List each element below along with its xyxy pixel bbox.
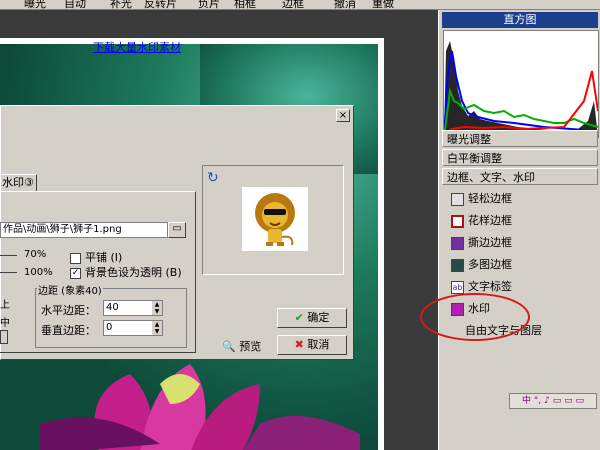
torn-border-icon: [451, 236, 464, 250]
tool-label: 撕边边框: [468, 236, 512, 249]
margin-group-title: 边距 (象素40): [37, 282, 103, 297]
toolbar-item-frame[interactable]: 相框: [234, 0, 256, 9]
watermark-preview-image: [242, 187, 308, 251]
histogram-chart: [443, 30, 599, 138]
refresh-icon[interactable]: ↻: [207, 170, 219, 186]
size-slider[interactable]: [0, 272, 17, 273]
toolbar-item-auto[interactable]: 自动: [64, 0, 86, 9]
file-path-field[interactable]: 作品\动画\狮子\狮子1.png: [0, 222, 168, 238]
folder-icon: ▭: [172, 223, 182, 234]
preview-label: 预览: [239, 340, 262, 353]
h-margin-value: 40: [106, 302, 119, 313]
download-watermark-link[interactable]: 下载大量水印素材: [93, 39, 181, 55]
pattern-border-icon: [451, 214, 464, 228]
margin-groupbox: [35, 288, 187, 348]
tile-label: 平铺 (I): [85, 251, 123, 264]
section-white-balance[interactable]: 白平衡调整: [442, 149, 598, 166]
lion-icon: [255, 193, 295, 246]
toolbar-item-negative[interactable]: 负片: [198, 0, 220, 9]
transparent-bg-checkbox[interactable]: ✓ 背景色设为透明 (B): [70, 264, 182, 280]
tool-label: 文字标签: [468, 280, 512, 293]
dialog-titlebar: [1, 106, 353, 126]
ok-button[interactable]: ✔ 确定: [277, 308, 347, 328]
text-label-icon: ab: [451, 280, 464, 294]
section-border-text-watermark[interactable]: 边框、文字、水印: [442, 168, 598, 185]
transparent-checkbox-box[interactable]: ✓: [70, 267, 81, 279]
right-panel: 直方图 曝光调整 白平衡调整 边框、文字、水印 轻松边框 花样边框 撕边边框 多…: [438, 10, 600, 450]
lotus-flower-image: [40, 364, 360, 450]
tool-label: 多图边框: [468, 258, 512, 271]
mini-toolbar[interactable]: 中 °, ♪ ▭ ▭ ▭: [509, 393, 597, 409]
tab-watermark[interactable]: 水印③: [0, 174, 37, 192]
opacity-slider[interactable]: [0, 255, 17, 256]
toolbar-item-undo[interactable]: 撤消: [334, 0, 356, 9]
toolbar-item-exposure[interactable]: 曝光: [24, 0, 46, 9]
toolbar-item-border[interactable]: 边框: [282, 0, 304, 9]
tool-multi-image-border[interactable]: 多图边框: [451, 256, 512, 274]
size-value: 100%: [24, 267, 53, 278]
tool-pattern-border[interactable]: 花样边框: [451, 212, 512, 230]
check-icon: ✔: [294, 311, 304, 324]
cancel-label: 取消: [307, 338, 330, 351]
tool-label: 轻松边框: [468, 192, 512, 205]
preview-button[interactable]: 🔍 预览: [222, 338, 261, 354]
x-icon: ✖: [294, 338, 304, 351]
position-bottom-button[interactable]: [0, 330, 8, 344]
multi-image-border-icon: [451, 258, 464, 272]
spin-arrows-icon[interactable]: ▲ ▼: [152, 321, 162, 335]
v-margin-value: 0: [106, 322, 113, 333]
easy-border-icon: [451, 192, 464, 206]
v-margin-label: 垂直边距：: [41, 324, 96, 337]
histogram-title: 直方图: [442, 12, 598, 28]
tool-torn-border[interactable]: 撕边边框: [451, 234, 512, 252]
section-exposure[interactable]: 曝光调整: [442, 130, 598, 147]
annotation-circle: [420, 293, 530, 341]
tool-easy-border[interactable]: 轻松边框: [451, 190, 512, 208]
toolbar-item-redo[interactable]: 重做: [372, 0, 394, 9]
ok-label: 确定: [307, 311, 330, 324]
browse-folder-button[interactable]: ▭: [168, 222, 186, 238]
spin-arrows-icon[interactable]: ▲ ▼: [152, 301, 162, 315]
position-top-label[interactable]: 上: [0, 296, 10, 311]
tile-checkbox[interactable]: 平铺 (I): [70, 249, 122, 265]
v-margin-input[interactable]: 0 ▲ ▼: [103, 320, 163, 336]
tile-checkbox-box[interactable]: [70, 252, 81, 264]
toolbar-item-reversal[interactable]: 反转片: [144, 0, 177, 9]
h-margin-label: 水平边距：: [41, 304, 96, 317]
magnifier-icon: 🔍: [222, 340, 236, 353]
toolbar-item-fill-light[interactable]: 补光: [110, 0, 132, 9]
opacity-value: 70%: [24, 249, 47, 260]
position-middle-label[interactable]: 中: [0, 314, 10, 329]
h-margin-input[interactable]: 40 ▲ ▼: [103, 300, 163, 316]
cancel-button[interactable]: ✖ 取消: [277, 335, 347, 355]
tool-label: 花样边框: [468, 214, 512, 227]
top-toolbar: 曝光 自动 补光 反转片 负片 相框 边框 撤消 重做: [0, 0, 600, 10]
transparent-label: 背景色设为透明 (B): [85, 266, 182, 279]
close-button[interactable]: ×: [336, 109, 350, 122]
